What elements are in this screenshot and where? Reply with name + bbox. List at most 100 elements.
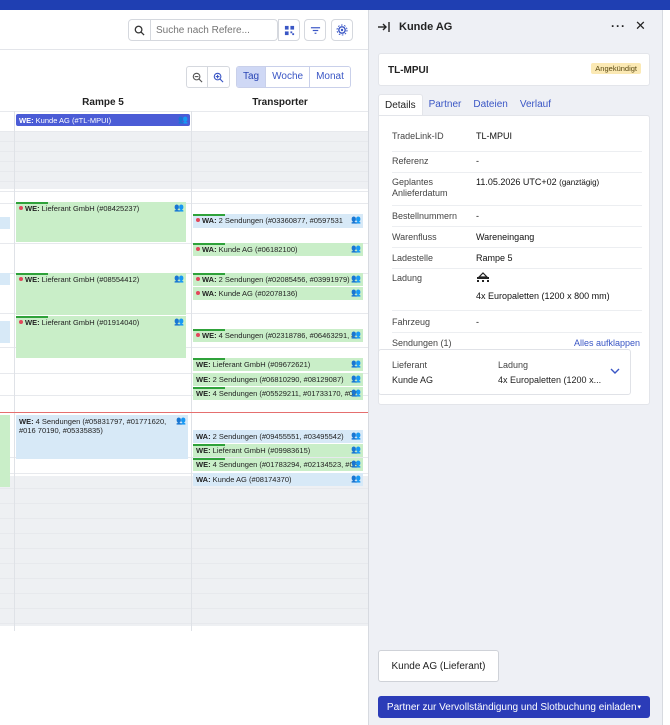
view-month-button[interactable]: Monat [310,67,350,87]
tab-verlauf[interactable]: Verlauf [514,94,557,116]
event-label: WE: 4 Sendungen (#05831797, #01771620, #… [19,417,167,435]
status-dot [19,206,23,210]
event-label: WE: 4 Sendungen (#01783294, #02134523, #… [196,460,358,469]
event-card-partial[interactable] [0,321,10,343]
detail-row-warenfluss: Warenfluss Wareneingang [392,227,642,248]
more-options-icon[interactable]: ··· [611,19,626,33]
people-icon: 👥 [351,374,361,383]
event-label: WA: 2 Sendungen (#03360877, #0597531 [202,216,343,225]
people-icon: 👥 [351,215,361,224]
event-label: WE: 4 Sendungen (#05529211, #01733170, #… [196,389,358,398]
invite-partner-button[interactable]: Partner zur Vervollständigung und Slotbu… [378,696,650,718]
collapse-panel-button[interactable] [377,21,391,33]
arrow-into-panel-icon [378,22,390,32]
zoom-out-icon [192,72,202,82]
event-card[interactable]: WE: 4 Sendungen (#01783294, #02134523, #… [193,458,363,471]
event-progress [16,316,48,318]
shipment-ladung-label: Ladung [498,360,529,370]
grid-shade [0,476,368,626]
zoom-in-button[interactable] [208,66,230,88]
event-card[interactable]: WE: 4 Sendungen (#05831797, #01771620, #… [16,415,188,459]
event-label: WA: 2 Sendungen (#02085456, #03991979) [202,275,350,284]
panel-header: Kunde AG ··· ✕ [369,10,663,44]
shipment-lieferant-value: Kunde AG [392,375,434,385]
event-label: WE: Lieferant GmbH (#01914040) [25,318,140,327]
event-card[interactable]: WE: Lieferant GmbH (#01914040) 👥 [16,316,186,358]
calendar-toolbar [0,10,368,50]
panel-tabs: Details Partner Dateien Verlauf [378,94,650,116]
calendar-grid: WE: Kunde AG (#TL-MPUI) 👥 WE: Lieferant … [0,111,368,725]
event-label: WE: Lieferant GmbH (#08554412) [25,275,140,284]
zoom-controls [186,66,230,88]
filter-icon [310,26,320,34]
event-card[interactable]: WA: 2 Sendungen (#03360877, #0597531 👥 [193,214,363,228]
panel-title: Kunde AG [399,21,453,33]
event-progress [193,387,225,389]
qr-scan-button[interactable] [278,19,300,41]
event-progress [193,458,225,460]
current-time-line [0,412,368,413]
event-card[interactable]: WE: 2 Sendungen (#06810290, #08129087) 👥 [193,373,363,386]
event-progress [193,214,225,216]
detail-row-referenz: Referenz - [392,152,642,173]
event-card-partial[interactable] [0,273,10,285]
event-card[interactable]: WE: 4 Sendungen (#05529211, #01733170, #… [193,387,363,400]
detail-row-ladestelle: Ladestelle Rampe 5 [392,248,642,269]
people-icon: 👥 [351,459,361,468]
detail-row-anlieferdatum: Geplantes Anlieferdatum 11.05.2026 UTC+0… [392,173,642,206]
chevron-down-icon[interactable] [610,367,620,377]
event-card[interactable]: WA: 2 Sendungen (#02085456, #03991979) 👥 [193,273,363,286]
detail-panel: Kunde AG ··· ✕ TL-MPUI Angekündigt Detai… [368,10,662,725]
tab-dateien[interactable]: Dateien [467,94,513,116]
view-week-button[interactable]: Woche [266,67,311,87]
search-box[interactable] [128,19,278,41]
event-card[interactable]: WE: Lieferant GmbH (#08554412) 👥 [16,273,186,315]
event-card[interactable]: WA: Kunde AG (#08174370) 👥 [193,473,363,486]
pallet-icon [476,272,490,285]
event-card-partial[interactable] [0,415,10,487]
event-progress [16,273,48,275]
event-progress [193,243,225,245]
event-card-partial[interactable] [0,217,10,229]
event-label: WE: Lieferant GmbH (#09672621) [196,360,311,369]
search-input[interactable] [151,24,271,36]
event-card-selected[interactable]: WE: Kunde AG (#TL-MPUI) 👥 [16,114,190,126]
event-label: WE: Kunde AG (#TL-MPUI) [19,116,112,125]
partner-button[interactable]: Kunde AG (Lieferant) [378,650,499,682]
expand-all-link[interactable]: Alles aufklappen [574,338,640,348]
event-card[interactable]: WE: Lieferant GmbH (#09983615) 👥 [193,444,363,457]
shipment-ladung-value: 4x Europaletten (1200 x... [498,375,602,385]
shipment-card[interactable]: Lieferant Kunde AG Ladung 4x Europalette… [378,349,631,395]
view-day-button[interactable]: Tag [237,67,267,87]
caret-down-icon: ▾ [637,704,642,711]
search-icon[interactable] [129,20,151,40]
reference-card: TL-MPUI Angekündigt [378,53,650,86]
status-dot [19,277,23,281]
event-card[interactable]: WE: Lieferant GmbH (#08425237) 👥 [16,202,186,242]
people-icon: 👥 [174,203,184,212]
zoom-out-button[interactable] [186,66,208,88]
event-progress [193,273,225,275]
event-label: WA: 2 Sendungen (#09455551, #03495542) [196,432,344,441]
event-card[interactable]: WA: Kunde AG (#06182100) 👥 [193,243,363,256]
people-icon: 👥 [351,431,361,440]
status-dot [19,320,23,324]
tab-details[interactable]: Details [378,94,423,116]
status-dot [196,291,200,295]
event-card[interactable]: WE: 4 Sendungen (#02318786, #06463291, #… [193,329,363,342]
close-icon[interactable]: ✕ [635,18,646,34]
people-icon: 👥 [351,288,361,297]
event-card[interactable]: WA: Kunde AG (#02078136) 👥 [193,287,363,300]
event-progress [193,358,225,360]
shipment-lieferant-label: Lieferant [392,360,428,370]
event-card[interactable]: WA: 2 Sendungen (#09455551, #03495542) 👥 [193,430,363,443]
settings-button[interactable] [331,19,353,41]
zoom-in-icon [213,72,224,82]
status-dot [196,247,200,251]
qr-code-icon [284,25,294,35]
people-icon: 👥 [176,416,186,425]
filter-button[interactable] [304,19,326,41]
tab-partner[interactable]: Partner [423,94,468,116]
event-card[interactable]: WE: Lieferant GmbH (#09672621) 👥 [193,358,363,371]
event-progress [193,444,225,446]
